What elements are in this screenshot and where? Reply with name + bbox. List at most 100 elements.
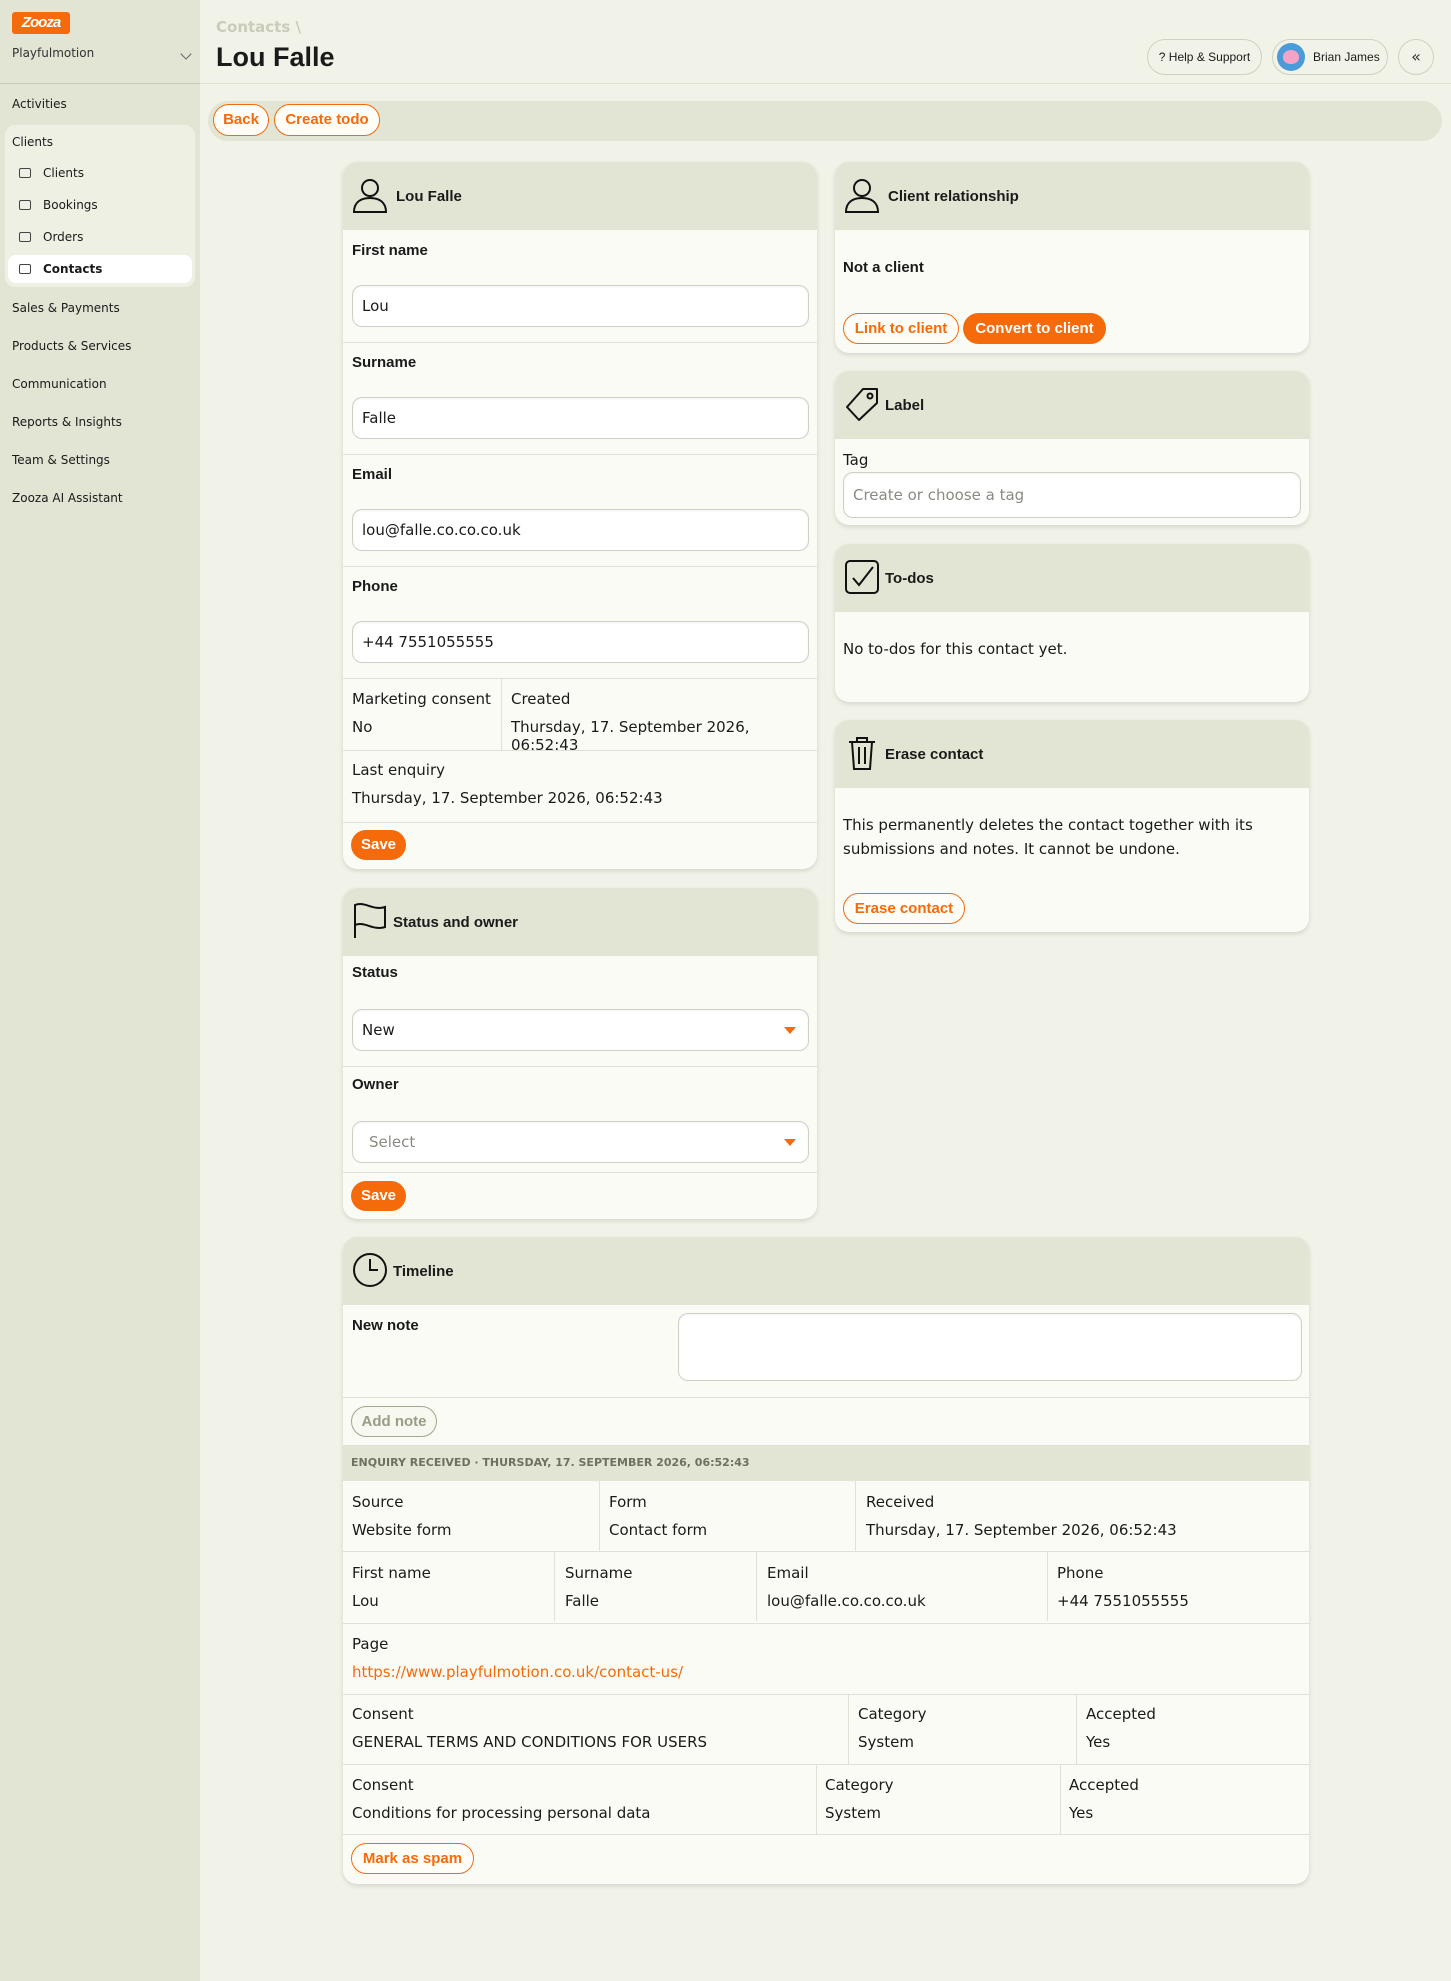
divider (343, 1397, 1309, 1398)
category-value: System (825, 1804, 881, 1822)
divider (343, 1764, 1309, 1765)
layers-icon (19, 200, 31, 210)
trash-icon (849, 737, 875, 770)
new-note-label: New note (352, 1317, 419, 1334)
accepted-value: Yes (1069, 1804, 1094, 1822)
organization-switcher[interactable]: Playfulmotion (12, 46, 192, 66)
card-title: Label (885, 397, 925, 414)
event-header: ENQUIRY RECEIVED · THURSDAY, 17. SEPTEMB… (343, 1445, 1309, 1481)
status-select[interactable]: New (352, 1009, 809, 1051)
source-label: Source (352, 1493, 404, 1511)
divider (343, 342, 817, 343)
sidebar-item-sales-payments[interactable]: Sales & Payments (12, 301, 120, 315)
card-header (343, 1237, 1309, 1305)
divider (554, 1551, 555, 1621)
consent-label: Consent (352, 1776, 414, 1794)
category-value: System (858, 1733, 914, 1751)
sidebar-item-clients[interactable]: Clients (8, 159, 192, 187)
sidebar: Zooza Playfulmotion Activities Clients C… (0, 0, 200, 1981)
first-name-label: First name (352, 242, 428, 259)
mark-as-spam-button[interactable]: Mark as spam (351, 1843, 474, 1874)
help-support-button[interactable]: ? Help & Support (1147, 39, 1262, 75)
page-label: Page (352, 1635, 389, 1653)
sidebar-item-bookings[interactable]: Bookings (8, 191, 192, 219)
breadcrumb[interactable]: Contacts \ (216, 18, 301, 36)
add-note-button[interactable]: Add note (351, 1406, 437, 1437)
category-label: Category (858, 1705, 927, 1723)
link-to-client-button[interactable]: Link to client (843, 313, 959, 344)
surname-label: Surname (352, 354, 417, 371)
divider (756, 1551, 757, 1621)
zooza-logo[interactable]: Zooza (12, 12, 70, 34)
last-enquiry-value: Thursday, 17. September 2026, 06:52:43 (352, 789, 663, 807)
chevron-down-icon (180, 48, 192, 60)
consent-value: Conditions for processing personal data (352, 1804, 651, 1822)
checkbox-icon (845, 560, 879, 594)
save-status-button[interactable]: Save (351, 1181, 406, 1211)
event-phone-label: Phone (1057, 1564, 1104, 1582)
divider (501, 678, 502, 750)
person-icon (352, 179, 388, 213)
created-value: Thursday, 17. September 2026, 06:52:43 (511, 718, 750, 754)
event-first-name-label: First name (352, 1564, 431, 1582)
status-select-value: New (362, 1021, 395, 1039)
save-contact-button[interactable]: Save (351, 830, 406, 860)
erase-contact-button[interactable]: Erase contact (843, 893, 965, 924)
client-relationship-card: Client relationship Not a client Link to… (835, 162, 1309, 353)
form-label: Form (609, 1493, 647, 1511)
sidebar-item-label: Bookings (43, 198, 98, 212)
first-name-input[interactable]: Lou (352, 285, 809, 327)
sidebar-item-orders[interactable]: Orders (8, 223, 192, 251)
last-enquiry-label: Last enquiry (352, 761, 445, 779)
sidebar-item-label: Clients (43, 166, 84, 180)
owner-select-placeholder: Select (369, 1133, 416, 1151)
card-title: Lou Falle (396, 188, 462, 205)
sidebar-group-label[interactable]: Clients (12, 135, 53, 149)
tag-input[interactable]: Create or choose a tag (843, 472, 1301, 518)
person-icon (844, 179, 880, 213)
divider (343, 1172, 817, 1173)
erase-description-line-1: This permanently deletes the contact tog… (843, 816, 1253, 834)
accepted-label: Accepted (1069, 1776, 1139, 1794)
back-button[interactable]: Back (213, 104, 269, 136)
erase-contact-card: Erase contact This permanently deletes t… (835, 720, 1309, 932)
email-input[interactable]: lou@falle.co.co.co.uk (352, 509, 809, 551)
divider (343, 1623, 1309, 1624)
category-label: Category (825, 1776, 894, 1794)
contact-card: Lou Falle First name Lou Surname Falle E… (343, 162, 817, 869)
event-email-label: Email (767, 1564, 809, 1582)
action-bar (208, 101, 1442, 141)
sidebar-item-ai-assistant[interactable]: Zooza AI Assistant (12, 491, 123, 505)
users-icon (19, 168, 31, 178)
page-url-link[interactable]: https://www.playfulmotion.co.uk/contact-… (352, 1663, 683, 1681)
owner-label: Owner (352, 1076, 399, 1093)
sidebar-item-products-services[interactable]: Products & Services (12, 339, 131, 353)
event-surname-value: Falle (565, 1592, 600, 1610)
timeline-card: Timeline New note Add note ENQUIRY RECEI… (343, 1237, 1309, 1884)
envelope-icon (19, 264, 31, 274)
consent-label: Consent (352, 1705, 414, 1723)
create-todo-button[interactable]: Create todo (274, 104, 380, 136)
new-note-textarea[interactable] (678, 1313, 1302, 1381)
received-value: Thursday, 17. September 2026, 06:52:43 (866, 1521, 1177, 1539)
event-email-value: lou@falle.co.co.co.uk (767, 1592, 926, 1610)
divider (848, 1694, 849, 1764)
convert-to-client-button[interactable]: Convert to client (963, 313, 1106, 344)
header-divider (200, 83, 1451, 84)
sidebar-item-team-settings[interactable]: Team & Settings (12, 453, 110, 467)
owner-select[interactable]: Select (352, 1121, 809, 1163)
divider (343, 750, 817, 751)
surname-input[interactable]: Falle (352, 397, 809, 439)
organization-name: Playfulmotion (12, 46, 95, 60)
sidebar-item-activities[interactable]: Activities (12, 97, 67, 111)
sidebar-item-communication[interactable]: Communication (12, 377, 107, 391)
phone-input[interactable]: +44 7551055555 (352, 621, 809, 663)
form-value: Contact form (609, 1521, 708, 1539)
user-menu-button[interactable]: Brian James (1272, 39, 1388, 75)
sidebar-divider (0, 83, 200, 84)
sidebar-item-reports[interactable]: Reports & Insights (12, 415, 122, 429)
sidebar-item-contacts[interactable]: Contacts (8, 255, 192, 283)
collapse-icon[interactable]: « (1398, 39, 1434, 75)
created-label: Created (511, 690, 571, 708)
event-first-name-value: Lou (352, 1592, 379, 1610)
